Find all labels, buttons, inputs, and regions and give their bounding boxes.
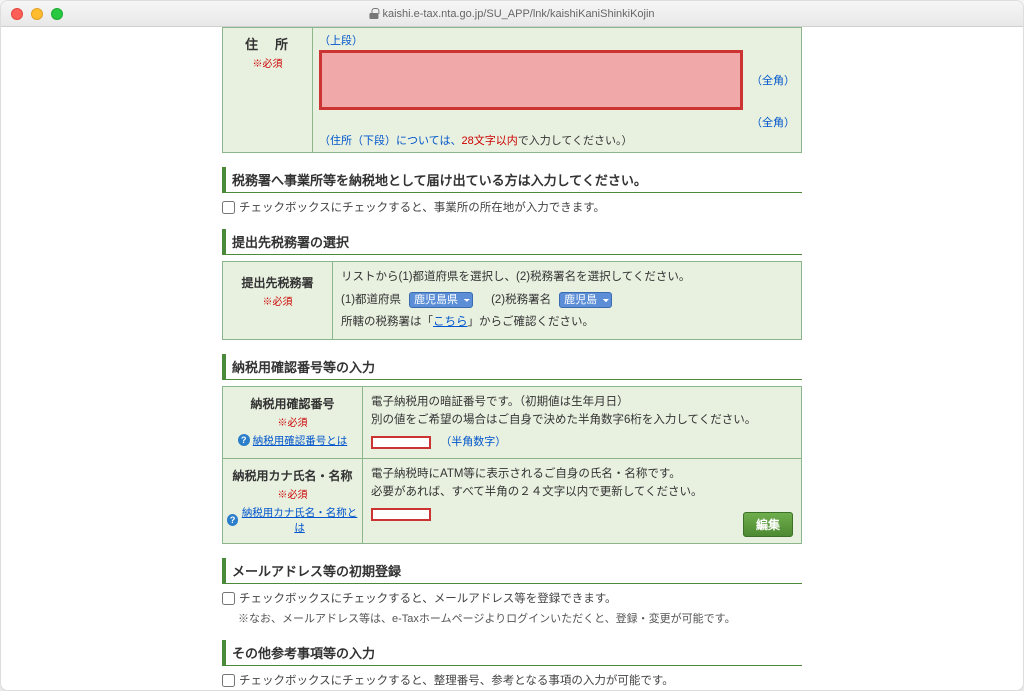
titlebar: kaishi.e-tax.nta.go.jp/SU_APP/lnk/kaishi… xyxy=(1,1,1023,27)
page-viewport: 住 所 ※必須 （上段） （全角） （全角） xyxy=(1,27,1023,690)
mail-check-line[interactable]: チェックボックスにチェックすると、メールアドレス等を登録できます。 xyxy=(222,590,802,606)
required-badge: ※必須 xyxy=(227,55,308,70)
office-body: リストから(1)都道府県を選択し、(2)税務署名を選択してください。 (1)都道… xyxy=(333,262,801,339)
tax-confirm-text2: 別の値をご希望の場合はご自身で決めた半角数字6桁を入力してください。 xyxy=(371,411,793,429)
taxnum-heading: 納税用確認番号等の入力 xyxy=(222,354,802,380)
tax-kana-label: 納税用カナ氏名・名称 xyxy=(232,469,352,483)
note-suffix: で入力してください。） xyxy=(518,135,633,147)
office-footnote: 所轄の税務署は「こちら」からご確認ください。 xyxy=(341,313,793,333)
office-heading: 提出先税務署の選択 xyxy=(222,229,802,255)
taxoffice-label: (2)税務署名 xyxy=(491,291,551,311)
tax-kana-text1: 電子納税時にATM等に表示されるご自身の氏名・名称です。 xyxy=(371,465,793,483)
tax-confirm-body: 電子納税用の暗証番号です。（初期値は生年月日） 別の値をご希望の場合はご自身で決… xyxy=(363,387,801,458)
tax-confirm-help[interactable]: ? 納税用確認番号とは xyxy=(227,433,358,448)
office-instruction: リストから(1)都道府県を選択し、(2)税務署名を選択してください。 xyxy=(341,268,793,288)
address-upper-input[interactable] xyxy=(319,50,743,110)
foot-link[interactable]: こちら xyxy=(433,316,468,328)
tax-confirm-box: 納税用確認番号 ※必須 ? 納税用確認番号とは 電子納税用の暗証番号です。（初期… xyxy=(222,386,802,459)
half-width-note: （半角数字） xyxy=(440,436,506,448)
address-section: 住 所 ※必須 （上段） （全角） （全角） xyxy=(222,27,802,153)
other-check-text: チェックボックスにチェックすると、整理番号、参考となる事項の入力が可能です。 xyxy=(239,672,674,688)
edit-button[interactable]: 編集 xyxy=(743,512,793,537)
upper-row-note: （上段） xyxy=(319,32,363,48)
foot-pre: 所轄の税務署は「 xyxy=(341,316,433,328)
address-label: 住 所 xyxy=(245,37,290,52)
maximize-window-icon[interactable] xyxy=(51,8,63,20)
tax-kana-box: 納税用カナ氏名・名称 ※必須 ? 納税用カナ氏名・名称とは 電子納税時にATM等… xyxy=(222,459,802,544)
url-text: kaishi.e-tax.nta.go.jp/SU_APP/lnk/kaishi… xyxy=(382,8,654,20)
prefecture-select[interactable]: 鹿児島県 xyxy=(409,292,473,308)
address-body: （上段） （全角） （全角） （住所（下段）については、28文字以内で入力してく… xyxy=(313,28,801,152)
note-red: 28文字以内 xyxy=(461,135,517,147)
business-check-line[interactable]: チェックボックスにチェックすると、事業所の所在地が入力できます。 xyxy=(222,199,802,215)
url-bar[interactable]: kaishi.e-tax.nta.go.jp/SU_APP/lnk/kaishi… xyxy=(369,8,654,20)
office-label-cell: 提出先税務署 ※必須 xyxy=(223,262,333,339)
required-badge-2: ※必須 xyxy=(227,293,328,308)
office-box: 提出先税務署 ※必須 リストから(1)都道府県を選択し、(2)税務署名を選択して… xyxy=(222,261,802,340)
minimize-window-icon[interactable] xyxy=(31,8,43,20)
tax-kana-help[interactable]: ? 納税用カナ氏名・名称とは xyxy=(227,505,358,535)
business-checkbox[interactable] xyxy=(222,201,235,214)
foot-post: 」からご確認ください。 xyxy=(468,316,595,328)
fullwidth-note-2: （全角） xyxy=(751,114,795,130)
office-label: 提出先税務署 xyxy=(241,276,313,290)
required-badge-4: ※必須 xyxy=(227,486,358,501)
other-checkbox[interactable] xyxy=(222,674,235,687)
other-heading: その他参考事項等の入力 xyxy=(222,640,802,666)
help-icon-2: ? xyxy=(227,514,238,526)
address-lower-note: （住所（下段）については、28文字以内で入力してください。） xyxy=(319,132,795,148)
tax-kana-input[interactable] xyxy=(371,508,431,521)
window-controls xyxy=(11,8,63,20)
help-icon: ? xyxy=(238,434,250,446)
tax-kana-help-link[interactable]: 納税用カナ氏名・名称とは xyxy=(241,505,358,535)
mail-check-text: チェックボックスにチェックすると、メールアドレス等を登録できます。 xyxy=(239,590,617,606)
close-window-icon[interactable] xyxy=(11,8,23,20)
other-check-line[interactable]: チェックボックスにチェックすると、整理番号、参考となる事項の入力が可能です。 xyxy=(222,672,802,688)
address-label-cell: 住 所 ※必須 xyxy=(223,28,313,152)
page-content: 住 所 ※必須 （上段） （全角） （全角） xyxy=(222,27,802,690)
tax-kana-body: 電子納税時にATM等に表示されるご自身の氏名・名称です。 必要があれば、すべて半… xyxy=(363,459,801,543)
mail-subnote: ※なお、メールアドレス等は、e-Taxホームページよりログインいただくと、登録・… xyxy=(238,610,802,626)
mail-heading: メールアドレス等の初期登録 xyxy=(222,558,802,584)
tax-confirm-help-link[interactable]: 納税用確認番号とは xyxy=(253,433,348,448)
tax-confirm-label: 納税用確認番号 xyxy=(250,397,334,411)
tax-kana-label-cell: 納税用カナ氏名・名称 ※必須 ? 納税用カナ氏名・名称とは xyxy=(223,459,363,543)
business-check-text: チェックボックスにチェックすると、事業所の所在地が入力できます。 xyxy=(239,199,605,215)
tax-kana-text2: 必要があれば、すべて半角の２４文字以内で更新してください。 xyxy=(371,483,793,501)
tax-confirm-input[interactable] xyxy=(371,436,431,449)
note-prefix: （住所（下段）については、 xyxy=(319,135,461,147)
tax-confirm-label-cell: 納税用確認番号 ※必須 ? 納税用確認番号とは xyxy=(223,387,363,458)
mail-checkbox[interactable] xyxy=(222,592,235,605)
required-badge-3: ※必須 xyxy=(227,414,358,429)
business-heading: 税務署へ事業所等を納税地として届け出ている方は入力してください。 xyxy=(222,167,802,193)
tax-confirm-text1: 電子納税用の暗証番号です。（初期値は生年月日） xyxy=(371,393,793,411)
fullwidth-note-1: （全角） xyxy=(751,72,795,88)
lock-icon xyxy=(369,8,378,19)
browser-window: kaishi.e-tax.nta.go.jp/SU_APP/lnk/kaishi… xyxy=(0,0,1024,691)
pref-label: (1)都道府県 xyxy=(341,291,401,311)
taxoffice-select[interactable]: 鹿児島 xyxy=(559,292,612,308)
